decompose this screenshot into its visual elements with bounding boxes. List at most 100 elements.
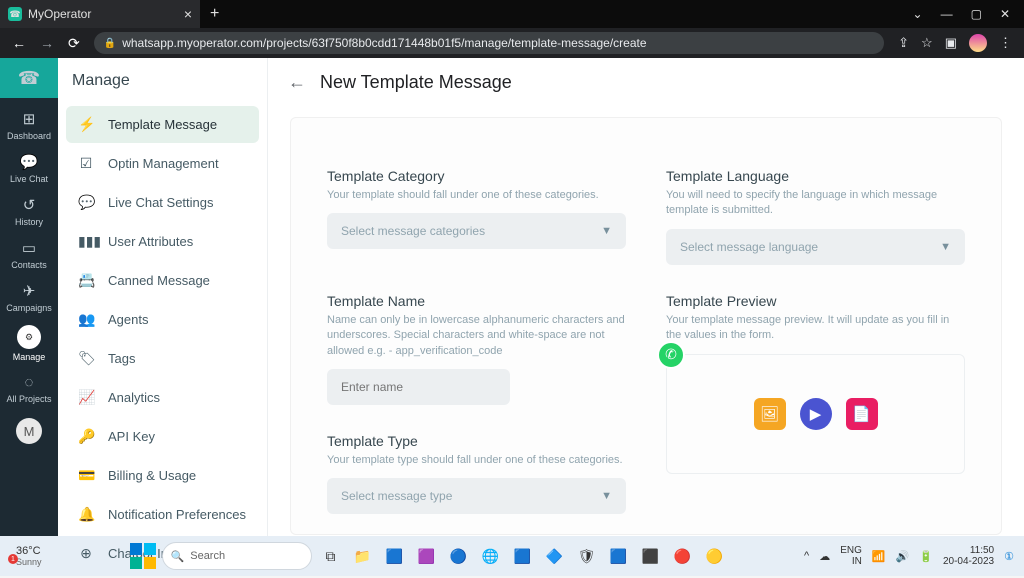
tray-cloud-icon[interactable]: ☁ [819, 550, 830, 563]
sidebar-title: Manage [58, 58, 267, 100]
extensions-icon[interactable]: ▣ [945, 35, 957, 51]
chrome-icon[interactable]: 🔴 [670, 543, 696, 569]
type-help: Your template type should fall under one… [327, 453, 626, 468]
sidebar-item-api-key[interactable]: 🔑API Key [66, 418, 259, 455]
taskbar-search[interactable]: 🔍 Search [162, 542, 312, 570]
window-minimize-icon[interactable]: — [941, 7, 953, 21]
tab-favicon: ☎ [8, 7, 22, 21]
sidebar-item-chat-settings[interactable]: 💬Live Chat Settings [66, 184, 259, 221]
browser-titlebar: ☎ MyOperator × + ⌄ — ▢ ✕ [0, 0, 1024, 28]
sidebar-item-user-attributes[interactable]: ▮▮▮User Attributes [66, 223, 259, 260]
billing-icon: 💳 [78, 467, 94, 484]
reload-icon[interactable]: ⟳ [68, 35, 80, 52]
sidebar-item-notifications[interactable]: 🔔Notification Preferences [66, 496, 259, 533]
page-header: ← New Template Message [268, 58, 1024, 107]
agents-icon: 👥 [78, 311, 94, 328]
app-icon-5[interactable]: 🟦 [606, 543, 632, 569]
sidebar-item-billing[interactable]: 💳Billing & Usage [66, 457, 259, 494]
sidebar-item-template-message[interactable]: ⚡Template Message [66, 106, 259, 143]
sidebar-item-analytics[interactable]: 📈Analytics [66, 379, 259, 416]
weather-widget[interactable]: 36°C Sunny [10, 545, 42, 567]
chrome-icon-2[interactable]: 🟡 [702, 543, 728, 569]
name-input[interactable] [327, 369, 510, 405]
video-tile-icon: ▶ [800, 398, 832, 430]
chevron-down-icon: ▼ [601, 490, 612, 502]
field-name: Template Name Name can only be in lowerc… [327, 293, 626, 405]
analytics-icon: 📈 [78, 389, 94, 406]
app-icon-4[interactable]: 🔷 [542, 543, 568, 569]
sidebar: Manage ⚡Template Message ☑Optin Manageme… [58, 58, 268, 536]
sidebar-item-optin[interactable]: ☑Optin Management [66, 145, 259, 182]
star-icon[interactable]: ☆ [921, 35, 933, 51]
browser-toolbar: ← → ⟳ 🔒 whatsapp.myoperator.com/projects… [0, 28, 1024, 58]
app-icon-1[interactable]: 🟦 [382, 543, 408, 569]
app-icon-3[interactable]: 🔵 [446, 543, 472, 569]
language-help: You will need to specify the language in… [666, 188, 965, 219]
rail-all-projects[interactable]: ◌All Projects [6, 374, 51, 404]
rail-contacts[interactable]: ▭Contacts [11, 239, 47, 270]
url-text: whatsapp.myoperator.com/projects/63f750f… [122, 36, 646, 50]
chevron-down-icon: ▼ [601, 225, 612, 237]
app-icon-2[interactable]: 🟪 [414, 543, 440, 569]
window-restore-icon[interactable]: ▢ [971, 7, 982, 21]
category-select[interactable]: Select message categories ▼ [327, 213, 626, 249]
sidebar-item-canned[interactable]: 📇Canned Message [66, 262, 259, 299]
projects-icon: ◌ [25, 374, 34, 391]
rail-live-chat[interactable]: 💬Live Chat [10, 153, 48, 184]
name-label: Template Name [327, 293, 626, 309]
language-indicator[interactable]: ENG IN [840, 545, 862, 567]
preview-help: Your template message preview. It will u… [666, 313, 965, 344]
rail-history[interactable]: ↺History [15, 196, 43, 227]
icon-rail: ☎ ⊞Dashboard 💬Live Chat ↺History ▭Contac… [0, 58, 58, 536]
image-tile-icon: 🖼 [754, 398, 786, 430]
wifi-icon[interactable]: 📶 [872, 550, 886, 563]
key-icon: 🔑 [78, 428, 94, 445]
new-tab-button[interactable]: + [200, 5, 229, 23]
gear-icon: ⚙ [17, 325, 41, 349]
rail-campaigns[interactable]: ✈Campaigns [6, 282, 52, 313]
tray-chevron-icon[interactable]: ^ [804, 550, 809, 562]
field-language: Template Language You will need to speci… [666, 168, 965, 265]
user-avatar[interactable]: M [16, 418, 42, 444]
window-close-icon[interactable]: ✕ [1000, 7, 1010, 21]
language-select[interactable]: Select message language ▼ [666, 229, 965, 265]
field-type: Template Type Your template type should … [327, 433, 626, 514]
category-label: Template Category [327, 168, 626, 184]
edge-icon[interactable]: 🌐 [478, 543, 504, 569]
back-icon[interactable]: ← [12, 35, 26, 51]
sidebar-item-tags[interactable]: 🏷Tags [66, 340, 259, 377]
window-chevron-icon[interactable]: ⌄ [913, 7, 923, 21]
profile-avatar-icon[interactable] [969, 34, 987, 52]
bell-icon: 🔔 [78, 506, 94, 523]
app-icon-6[interactable]: ⬛ [638, 543, 664, 569]
app-container: ☎ ⊞Dashboard 💬Live Chat ↺History ▭Contac… [0, 58, 1024, 536]
type-select[interactable]: Select message type ▼ [327, 478, 626, 514]
word-icon[interactable]: 🟦 [510, 543, 536, 569]
menu-icon[interactable]: ⋮ [999, 35, 1012, 51]
battery-icon[interactable]: 🔋 [919, 550, 933, 563]
template-form: Template Category Your template should f… [290, 117, 1002, 535]
mcafee-icon[interactable]: 🛡 [574, 543, 600, 569]
card-icon: 📇 [78, 272, 94, 289]
start-button[interactable] [130, 543, 156, 569]
contacts-icon: ▭ [22, 239, 36, 257]
clock[interactable]: 11:50 20-04-2023 [943, 545, 994, 567]
sidebar-item-agents[interactable]: 👥Agents [66, 301, 259, 338]
rail-dashboard[interactable]: ⊞Dashboard [7, 110, 51, 141]
task-view-icon[interactable]: ⧉ [318, 543, 344, 569]
preview-label: Template Preview [666, 293, 965, 309]
volume-icon[interactable]: 🔊 [896, 550, 910, 563]
forward-icon[interactable]: → [40, 35, 54, 51]
app-logo[interactable]: ☎ [0, 58, 58, 98]
back-arrow-icon[interactable]: ← [288, 72, 306, 93]
notifications-icon[interactable]: ① [1004, 550, 1014, 563]
system-tray: ^ ☁ ENG IN 📶 🔊 🔋 11:50 20-04-2023 ① [804, 545, 1014, 567]
whatsapp-icon: ✆ [657, 341, 685, 369]
rail-manage[interactable]: ⚙Manage [13, 325, 46, 362]
address-bar[interactable]: 🔒 whatsapp.myoperator.com/projects/63f75… [94, 32, 884, 54]
browser-tab[interactable]: ☎ MyOperator × [0, 0, 200, 28]
tab-close-icon[interactable]: × [184, 6, 192, 22]
share-icon[interactable]: ⇪ [898, 35, 909, 51]
explorer-icon[interactable]: 📁 [350, 543, 376, 569]
campaigns-icon: ✈ [23, 282, 36, 300]
